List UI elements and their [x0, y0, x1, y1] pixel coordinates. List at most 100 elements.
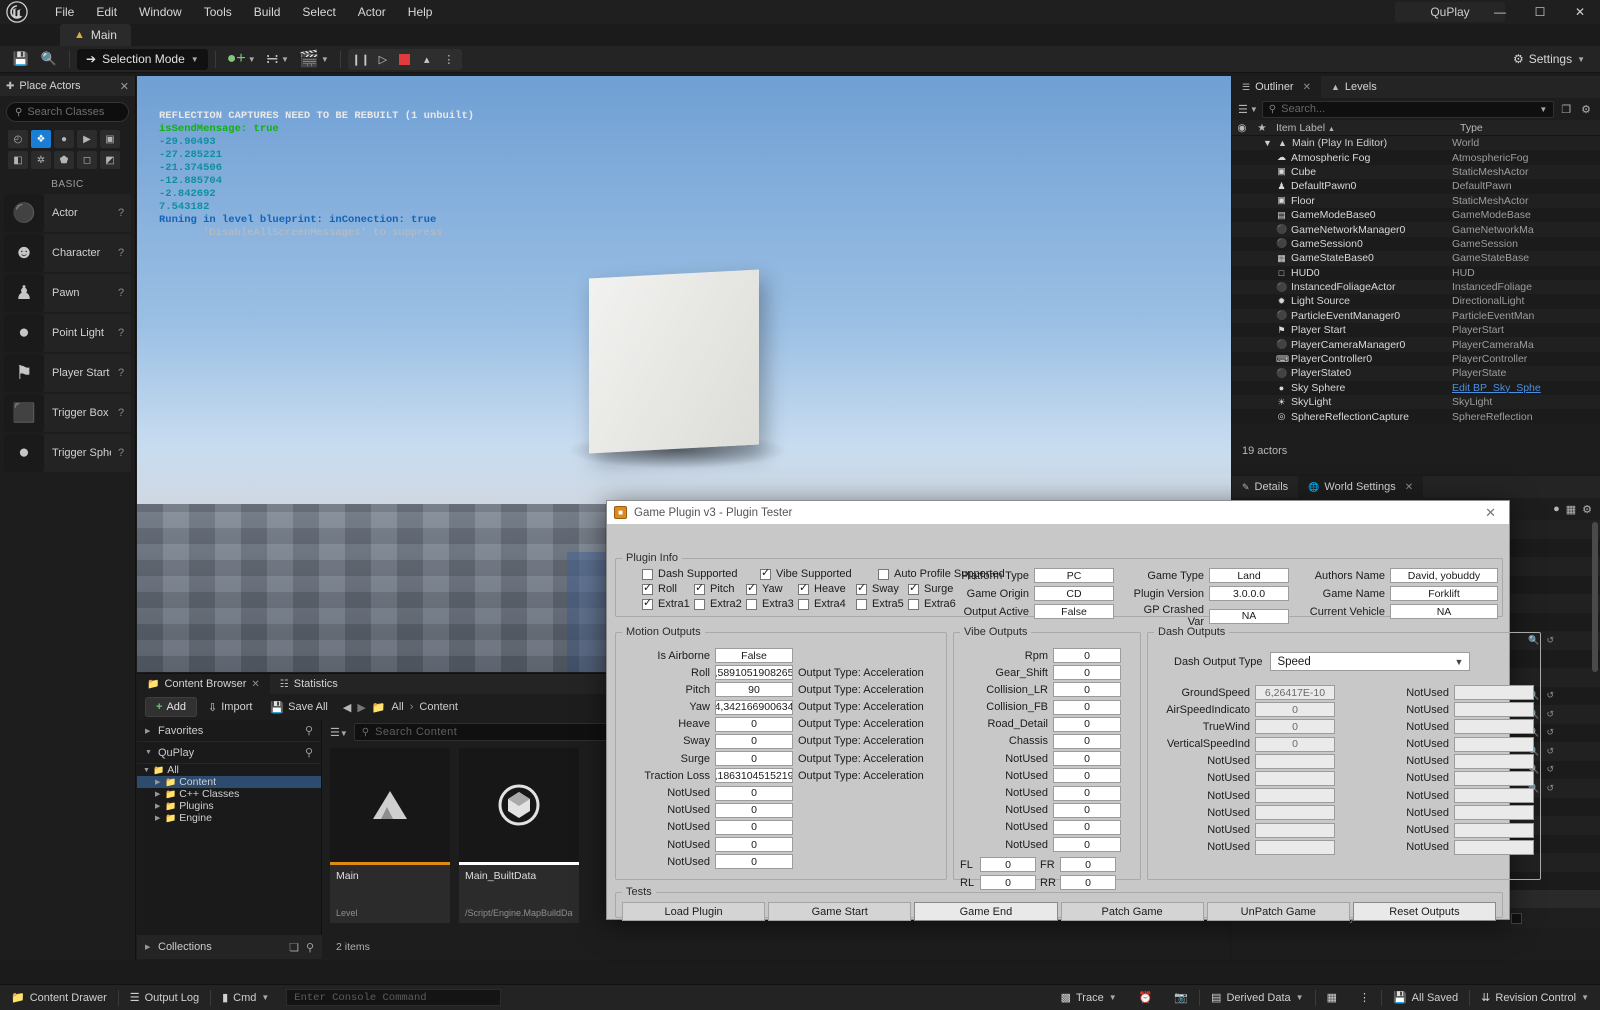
- cinematics-dropdown[interactable]: 🎬 ▼: [295, 49, 333, 70]
- place-actor-item[interactable]: ⬛ Trigger Box?: [4, 394, 131, 432]
- motion-output-value[interactable]: 0: [715, 854, 793, 870]
- checkbox-yaw[interactable]: Yaw: [746, 582, 798, 595]
- help-icon[interactable]: ?: [111, 287, 131, 299]
- close-button[interactable]: ✕: [1560, 0, 1600, 24]
- search-icon-collections[interactable]: ⚲: [306, 941, 314, 954]
- checkbox-sway[interactable]: Sway: [856, 582, 908, 595]
- outliner-row[interactable]: ⚑ Player Start PlayerStart: [1232, 323, 1600, 338]
- close-icon-content-browser[interactable]: ✕: [251, 679, 259, 690]
- reset-icon-row[interactable]: ↺: [1546, 746, 1554, 757]
- test-button-game-start[interactable]: Game Start: [768, 902, 912, 921]
- help-icon[interactable]: ?: [111, 407, 131, 419]
- menu-build[interactable]: Build: [243, 2, 292, 22]
- checkbox-roll[interactable]: Roll: [642, 582, 694, 595]
- motion-output-value[interactable]: 0: [715, 819, 793, 835]
- help-icon[interactable]: ?: [111, 247, 131, 259]
- reset-icon-row[interactable]: ↺: [1546, 635, 1554, 646]
- category-basic[interactable]: ❖: [31, 130, 51, 148]
- chevron-right-icon-tree[interactable]: ▶: [155, 790, 162, 798]
- dash-output-value[interactable]: [1454, 685, 1534, 700]
- vibe-output-value[interactable]: 0: [1053, 733, 1121, 749]
- console-command-input[interactable]: Enter Console Command: [286, 989, 502, 1006]
- category-extra[interactable]: ◩: [100, 151, 120, 169]
- outliner-row[interactable]: ⚫ GameSession0 GameSession: [1232, 236, 1600, 252]
- category-cinematic[interactable]: ▶: [77, 130, 97, 148]
- checkbox-box[interactable]: [856, 582, 867, 595]
- dash-output-value[interactable]: [1255, 805, 1335, 821]
- outliner-row[interactable]: ⌨ PlayerController0 PlayerController: [1232, 351, 1600, 367]
- selection-mode-dropdown[interactable]: ➔ Selection Mode ▼: [77, 48, 208, 70]
- back-icon[interactable]: ◀: [343, 701, 351, 714]
- add-actor-outliner-icon[interactable]: ❐: [1558, 103, 1574, 116]
- close-icon[interactable]: ✕: [120, 80, 129, 93]
- performance-icon[interactable]: ⏰: [1128, 985, 1164, 1010]
- item-label-column[interactable]: Item Label ▲: [1272, 122, 1460, 134]
- dash-output-value[interactable]: [1255, 822, 1335, 838]
- filter-icon[interactable]: ☰ ▼: [1238, 103, 1258, 116]
- category-geometry[interactable]: ◧: [8, 151, 28, 169]
- field-value[interactable]: Land: [1209, 568, 1289, 583]
- checkbox-extra4[interactable]: Extra4: [798, 598, 856, 610]
- add-content-button[interactable]: + Add: [145, 697, 198, 717]
- dash-output-value[interactable]: [1454, 702, 1534, 718]
- vibe-output-value[interactable]: 0: [1053, 716, 1121, 732]
- stats-status-icon[interactable]: ▦: [1316, 985, 1348, 1010]
- outliner-row[interactable]: ✹ Light Source DirectionalLight: [1232, 294, 1600, 309]
- override-world-gravity-checkbox[interactable]: [1510, 912, 1522, 924]
- unreal-engine-logo-icon[interactable]: [0, 0, 34, 24]
- menu-edit[interactable]: Edit: [85, 2, 128, 22]
- outliner-row[interactable]: ▦ GameStateBase0 GameStateBase: [1232, 251, 1600, 266]
- dash-output-value[interactable]: [1255, 770, 1335, 786]
- save-icon[interactable]: 💾: [8, 48, 34, 70]
- dialog-close-icon[interactable]: ✕: [1479, 505, 1502, 521]
- checkbox-box[interactable]: [798, 598, 809, 610]
- derived-data-button[interactable]: ▤ Derived Data ▼: [1200, 985, 1315, 1010]
- motion-output-value[interactable]: 0: [715, 733, 793, 749]
- dash-output-type-select[interactable]: Speed ▼: [1270, 652, 1471, 671]
- tab-outliner[interactable]: ☰ Outliner ✕: [1232, 76, 1321, 98]
- type-column[interactable]: Type: [1460, 122, 1600, 134]
- checkbox-box[interactable]: [746, 582, 757, 595]
- outliner-row[interactable]: ▣ Floor StaticMeshActor: [1232, 193, 1600, 208]
- tab-levels[interactable]: ▲ Levels: [1321, 76, 1387, 98]
- import-button[interactable]: ⇩ Import: [201, 697, 259, 717]
- dash-output-value[interactable]: [1454, 822, 1534, 838]
- dash-output-value[interactable]: [1454, 736, 1534, 752]
- search-icon-favorites[interactable]: ⚲: [305, 724, 313, 737]
- checkbox-heave[interactable]: Heave: [798, 582, 856, 595]
- vibe-output-value[interactable]: 0: [1053, 648, 1121, 663]
- dash-output-value[interactable]: [1454, 805, 1534, 821]
- dash-output-value[interactable]: [1454, 753, 1534, 769]
- motion-output-value[interactable]: False: [715, 648, 793, 663]
- checkbox-extra2[interactable]: Extra2: [694, 598, 746, 610]
- chevron-right-icon-tree[interactable]: ▶: [155, 802, 162, 810]
- chevron-right-icon-tree[interactable]: ▶: [155, 814, 162, 822]
- checkbox-box[interactable]: [798, 582, 809, 595]
- details-settings-icon[interactable]: ⚙: [1582, 503, 1592, 516]
- outliner-row[interactable]: □ HUD0 HUD: [1232, 265, 1600, 280]
- maximize-button[interactable]: ☐: [1520, 0, 1560, 24]
- asset-filter-icon[interactable]: ☰▼: [330, 726, 348, 739]
- motion-output-value[interactable]: 0: [715, 802, 793, 818]
- outliner-row[interactable]: ⚫ InstancedFoliageActor InstancedFoliage: [1232, 279, 1600, 295]
- motion-output-value[interactable]: 3,58910519082650: [715, 665, 793, 681]
- collections-section[interactable]: ▶ Collections ❏ ⚲: [137, 935, 322, 959]
- content-drawer-button[interactable]: 📁 Content Drawer: [0, 985, 118, 1010]
- vibe-output-value[interactable]: 0: [1053, 785, 1121, 801]
- outliner-row[interactable]: ● Sky Sphere Edit BP_Sky_Sphe: [1232, 380, 1600, 396]
- outliner-row[interactable]: ♟ DefaultPawn0 DefaultPawn: [1232, 179, 1600, 194]
- reset-icon-row[interactable]: ↺: [1546, 727, 1554, 738]
- tab-content-browser[interactable]: 📁 Content Browser ✕: [137, 674, 270, 694]
- menu-help[interactable]: Help: [397, 2, 444, 22]
- breadcrumb-all[interactable]: All: [392, 701, 404, 713]
- pause-icon[interactable]: ❙❙: [350, 49, 372, 70]
- checkbox-box[interactable]: [760, 567, 771, 580]
- menu-actor[interactable]: Actor: [347, 2, 397, 22]
- reset-icon-row[interactable]: ↺: [1546, 783, 1554, 794]
- help-icon[interactable]: ?: [111, 207, 131, 219]
- category-visual-effects[interactable]: ▣: [100, 130, 120, 148]
- dash-output-value[interactable]: 6,26417E-10: [1255, 685, 1335, 700]
- vibe-output-value[interactable]: 0: [1053, 665, 1121, 681]
- forward-icon[interactable]: ▶: [357, 701, 365, 714]
- dash-output-value[interactable]: [1255, 788, 1335, 804]
